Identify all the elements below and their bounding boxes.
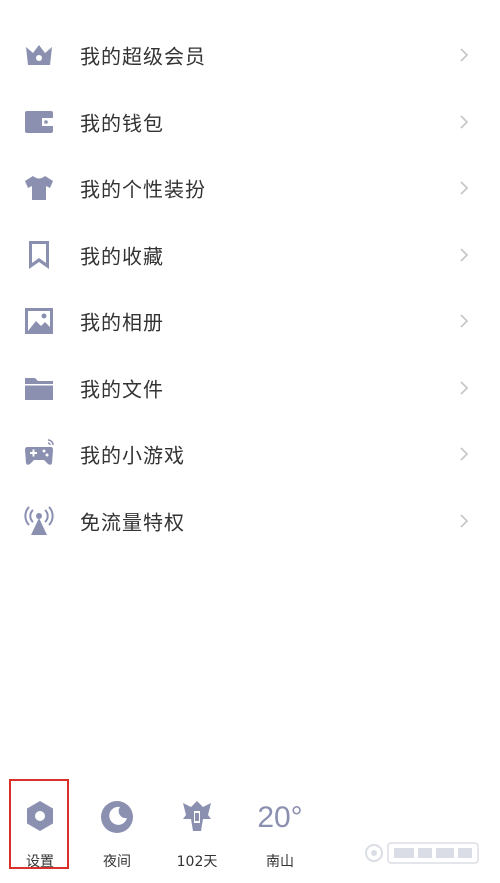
crown-icon xyxy=(22,38,56,72)
menu-item-label: 我的相册 xyxy=(80,310,164,335)
settings-button[interactable]: 设置 xyxy=(5,775,75,875)
menu-item-label: 我的超级会员 xyxy=(80,44,206,69)
photo-icon xyxy=(22,304,56,338)
days-badge-button[interactable]: 102天 xyxy=(162,775,232,875)
signal-tower-icon xyxy=(22,504,56,538)
wallet-icon xyxy=(22,105,56,139)
weather-button[interactable]: 20° 南山 xyxy=(245,775,315,875)
chevron-right-icon xyxy=(458,46,470,64)
chevron-right-icon xyxy=(458,113,470,131)
menu-item-mini-games[interactable]: 我的小游戏 xyxy=(0,421,500,488)
menu-item-favorites[interactable]: 我的收藏 xyxy=(0,222,500,289)
chevron-right-icon xyxy=(458,179,470,197)
settings-label: 设置 xyxy=(26,854,54,870)
menu-item-label: 我的文件 xyxy=(80,377,164,402)
temperature-value: 20° xyxy=(257,801,303,834)
chevron-right-icon xyxy=(458,379,470,397)
days-label: 102天 xyxy=(176,854,218,870)
menu-item-files[interactable]: 我的文件 xyxy=(0,355,500,422)
folder-icon xyxy=(22,371,56,405)
menu-item-personal-dress[interactable]: 我的个性装扮 xyxy=(0,155,500,222)
chevron-right-icon xyxy=(458,445,470,463)
menu-list: 我的超级会员 我的钱包 我的个性装扮 我的收藏 我的相册 我的文件 我的小游戏 … xyxy=(0,22,500,554)
menu-item-label: 我的收藏 xyxy=(80,244,164,269)
chevron-right-icon xyxy=(458,312,470,330)
location-label: 南山 xyxy=(266,854,294,870)
menu-item-label: 免流量特权 xyxy=(80,510,185,535)
bookmark-icon xyxy=(22,238,56,272)
menu-item-free-data[interactable]: 免流量特权 xyxy=(0,488,500,555)
menu-item-album[interactable]: 我的相册 xyxy=(0,288,500,355)
menu-item-label: 我的钱包 xyxy=(80,111,164,136)
bottom-toolbar: 设置 夜间 102天 20° 南山 xyxy=(0,775,500,883)
moon-icon xyxy=(97,797,137,837)
menu-item-label: 我的小游戏 xyxy=(80,443,185,468)
badge-icon xyxy=(177,797,217,837)
menu-item-super-member[interactable]: 我的超级会员 xyxy=(0,22,500,89)
chevron-right-icon xyxy=(458,512,470,530)
watermark-logo xyxy=(362,833,482,873)
night-mode-label: 夜间 xyxy=(103,854,131,870)
night-mode-button[interactable]: 夜间 xyxy=(82,775,152,875)
menu-item-wallet[interactable]: 我的钱包 xyxy=(0,89,500,156)
menu-item-label: 我的个性装扮 xyxy=(80,177,206,202)
tshirt-icon xyxy=(22,171,56,205)
chevron-right-icon xyxy=(458,246,470,264)
gamepad-icon xyxy=(22,437,56,471)
gear-icon xyxy=(20,797,60,837)
